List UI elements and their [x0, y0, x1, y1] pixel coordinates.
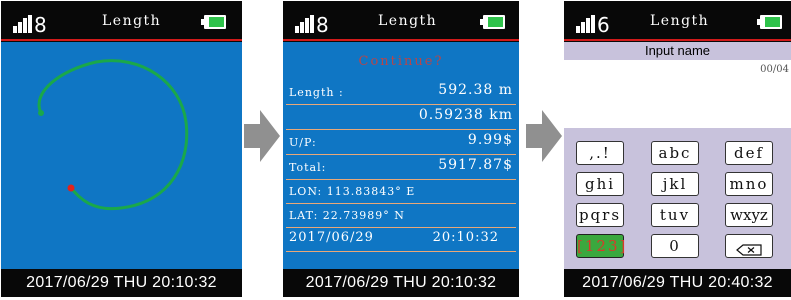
track-start-point	[67, 184, 75, 192]
key-pqrs[interactable]: pqrs	[576, 203, 624, 227]
backspace-icon	[736, 244, 762, 256]
total-label: Total:	[289, 161, 327, 174]
arrow-right-icon	[244, 110, 280, 162]
status-bar: 8 Length	[283, 1, 519, 41]
track-path	[37, 59, 189, 211]
track-map	[1, 42, 242, 269]
signal-icon	[576, 15, 598, 33]
track-screen: 8 Length 2017/06/29 THU 20:10:32	[1, 1, 242, 297]
datetime-footer: 2017/06/29 THU 20:10:32	[283, 269, 519, 297]
status-bar: 8 Length	[1, 1, 242, 41]
signal-strength: 8	[316, 13, 329, 37]
result-panel: Continue? Length : 592.38 m 0.59238 km U…	[283, 42, 519, 269]
record-time: 20:10:32	[432, 230, 499, 245]
screen-title: Length	[378, 13, 438, 29]
latitude-row: LAT: 22.73989° N	[289, 203, 513, 227]
character-counter: 00/04	[760, 64, 789, 75]
key-tuv[interactable]: tuv	[651, 203, 699, 227]
screen-title: Length	[102, 13, 162, 29]
longitude-row: LON: 113.83843° E	[289, 179, 513, 203]
backspace-button[interactable]	[725, 234, 773, 258]
battery-icon	[480, 15, 505, 29]
latitude-value: LAT: 22.73989° N	[289, 209, 405, 222]
length-label: Length :	[289, 86, 344, 99]
total-row: Total: 5917.87$	[289, 154, 513, 178]
arrow-right-icon	[526, 110, 562, 162]
length-km-row: 0.59238 km	[289, 104, 513, 128]
key-number-mode[interactable]: [123]	[576, 234, 625, 258]
screen-title: Length	[650, 13, 710, 29]
keypad: ,.! abc def ghi jkl mno pqrs tuv wxyz [1…	[564, 128, 791, 269]
input-name-header: Input name	[564, 42, 791, 60]
signal-strength: 8	[34, 13, 47, 37]
record-date: 2017/06/29	[289, 230, 374, 245]
name-input-field[interactable]: 00/04	[564, 60, 791, 128]
track-end-point	[38, 110, 44, 116]
unit-price-label: U/P:	[289, 136, 317, 149]
battery-icon	[757, 15, 782, 29]
datetime-footer: 2017/06/29 THU 20:10:32	[1, 269, 242, 297]
datetime-footer: 2017/06/29 THU 20:40:32	[564, 269, 791, 297]
key-mno[interactable]: mno	[725, 172, 773, 196]
key-jkl[interactable]: jkl	[651, 172, 699, 196]
result-screen: 8 Length Continue? Length : 592.38 m 0.5…	[283, 1, 519, 297]
length-kilometers: 0.59238 km	[418, 107, 513, 123]
total-value: 5917.87$	[438, 157, 513, 173]
longitude-value: LON: 113.83843° E	[289, 185, 416, 198]
length-meters: 592.38 m	[438, 82, 513, 98]
continue-prompt[interactable]: Continue?	[283, 54, 519, 69]
signal-icon	[295, 15, 317, 33]
unit-price-row: U/P: 9.99$	[289, 129, 513, 153]
signal-strength: 6	[597, 13, 610, 37]
key-def[interactable]: def	[725, 141, 773, 165]
timestamp-row: 2017/06/29 20:10:32	[289, 227, 513, 251]
key-abc[interactable]: abc	[651, 141, 699, 165]
input-name-screen: 6 Length Input name 00/04 ,.! abc def gh…	[564, 1, 791, 297]
key-ghi[interactable]: ghi	[576, 172, 624, 196]
track-canvas	[37, 59, 189, 211]
key-wxyz[interactable]: wxyz	[725, 203, 773, 227]
signal-icon	[13, 15, 35, 33]
length-row: Length : 592.38 m	[289, 79, 513, 103]
battery-icon	[201, 15, 226, 29]
key-zero[interactable]: 0	[651, 234, 699, 258]
status-bar: 6 Length	[564, 1, 791, 41]
key-punctuation[interactable]: ,.!	[576, 141, 624, 165]
unit-price-value: 9.99$	[467, 132, 513, 148]
